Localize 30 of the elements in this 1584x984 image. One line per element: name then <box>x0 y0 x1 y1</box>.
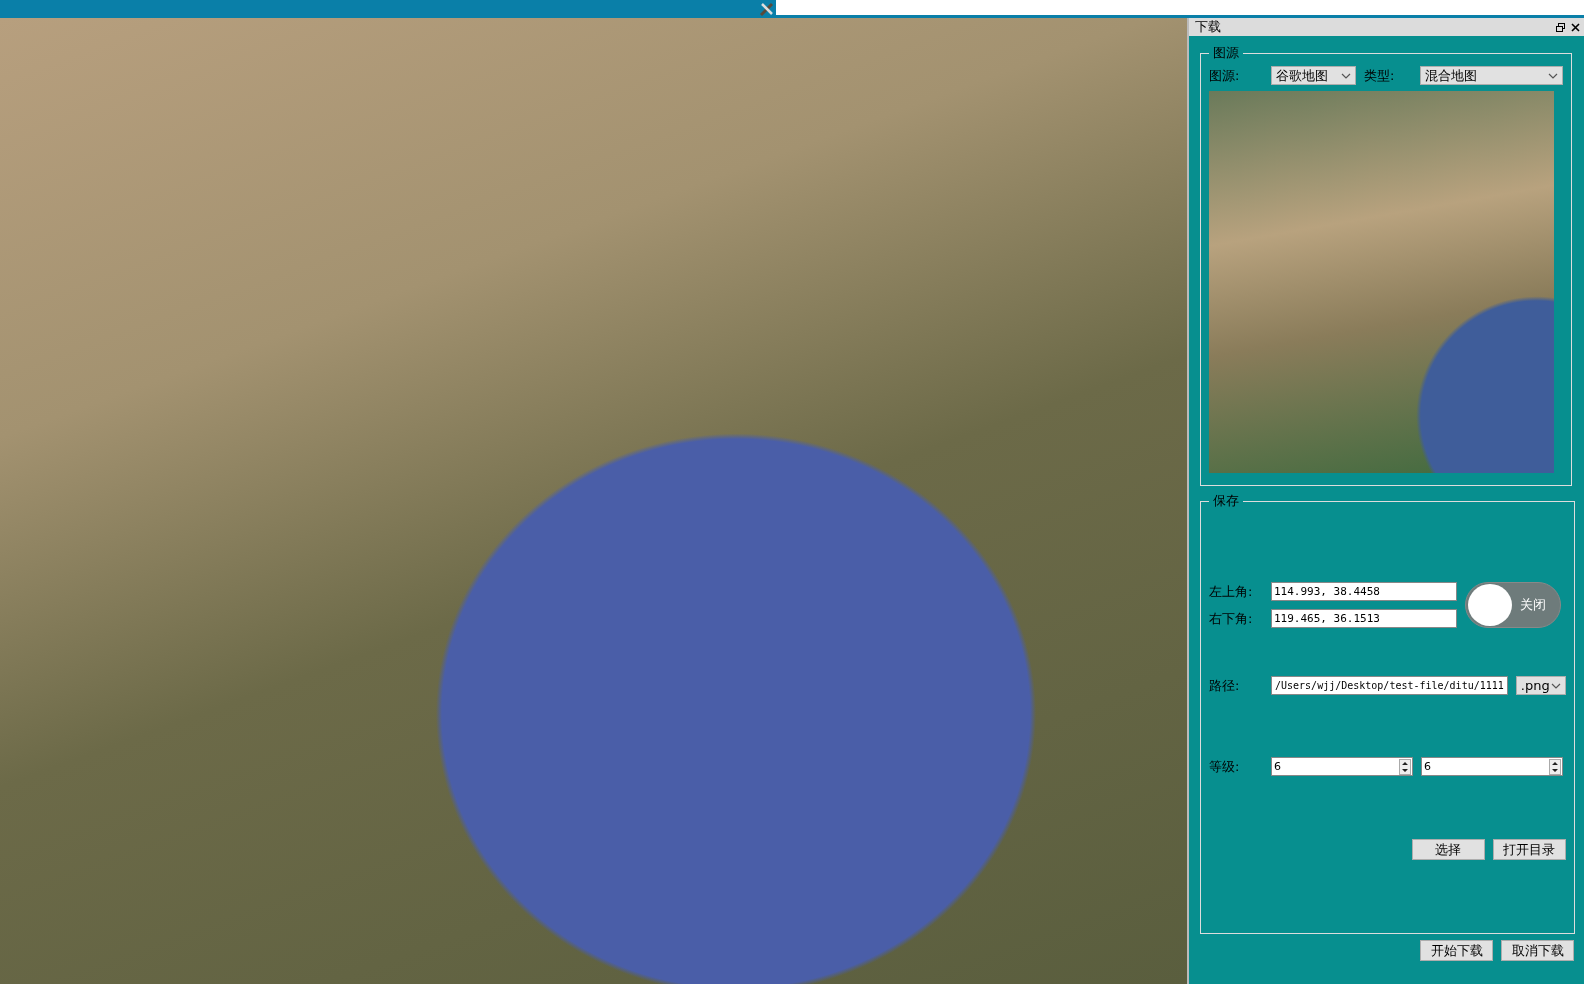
field-label: 等级: <box>1209 757 1241 776</box>
field-label: 类型: <box>1364 66 1396 85</box>
chevron-down-icon <box>1341 72 1351 79</box>
action-button[interactable]: 取消下载 <box>1501 940 1574 961</box>
tools-icon[interactable] <box>758 1 776 17</box>
spin-box[interactable]: 6 <box>1421 757 1563 776</box>
type-dropdown[interactable]: 混合地图 <box>1420 66 1563 85</box>
input-field[interactable]: 114.993, 38.4458 <box>1271 582 1457 601</box>
format-dropdown[interactable]: .png <box>1515 676 1566 695</box>
group-title: 保存 <box>1212 492 1240 510</box>
source-dropdown[interactable]: 谷歌地图 <box>1271 66 1356 85</box>
spin-arrows-icon <box>1549 758 1561 775</box>
chevron-down-icon <box>1550 682 1561 689</box>
spin-box[interactable]: 6 <box>1271 757 1413 776</box>
action-button[interactable]: 选择 <box>1411 839 1485 860</box>
chevron-down-icon <box>1548 72 1558 79</box>
spin-arrows-icon <box>1399 758 1411 775</box>
path-field[interactable]: /Users/wjj/Desktop/test-file/ditu/1111 <box>1271 676 1508 695</box>
group-title: 图源 <box>1212 44 1240 62</box>
field-label: 路径: <box>1209 676 1241 695</box>
restore-icon[interactable] <box>1556 22 1565 32</box>
close-icon[interactable] <box>1571 22 1580 32</box>
toggle-switch[interactable]: 关闭 <box>1465 582 1561 628</box>
field-label: 左上角: <box>1209 582 1254 601</box>
input-field[interactable]: 119.465, 36.1513 <box>1271 609 1457 628</box>
action-button[interactable]: 开始下载 <box>1420 940 1493 961</box>
panel-title: 下载 <box>1195 18 1222 36</box>
field-label: 图源: <box>1209 66 1241 85</box>
action-button[interactable]: 打开目录 <box>1492 839 1566 860</box>
field-label: 右下角: <box>1209 609 1254 628</box>
